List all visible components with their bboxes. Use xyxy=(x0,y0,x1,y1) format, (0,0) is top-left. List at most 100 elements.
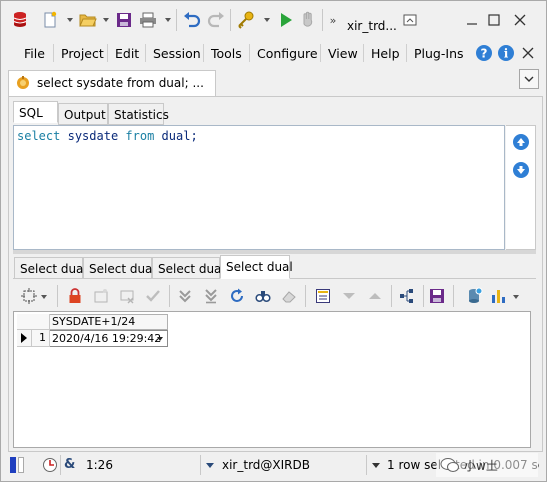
result-grid[interactable]: SYSDATE+1/24 1 2020/4/16 19:29:42 xyxy=(13,311,531,448)
tab-statistics[interactable]: Statistics xyxy=(108,103,169,125)
result-tab[interactable]: Select dual xyxy=(152,257,225,279)
chevron-down-icon[interactable] xyxy=(264,18,270,22)
editor-side-panel xyxy=(506,125,536,250)
minimize-icon[interactable] xyxy=(462,10,482,30)
editor-document-tab[interactable]: select sysdate from dual; ... xyxy=(8,70,216,96)
fetch-next-icon[interactable] xyxy=(175,286,195,306)
eraser-icon[interactable] xyxy=(279,286,299,306)
chevron-down-icon[interactable] xyxy=(67,18,73,22)
chevron-down-icon[interactable] xyxy=(513,295,519,299)
refresh-icon[interactable] xyxy=(227,286,247,306)
svg-text:?: ? xyxy=(481,47,488,61)
save-icon[interactable] xyxy=(427,286,447,306)
tab-list-button[interactable] xyxy=(519,69,539,89)
database-icon[interactable] xyxy=(10,10,30,30)
chevron-double-right-icon[interactable]: » xyxy=(326,10,340,30)
menu-edit[interactable]: Edit xyxy=(115,46,139,61)
tab-output[interactable]: Output xyxy=(58,103,108,125)
svg-text:i: i xyxy=(504,47,509,61)
arrow-down-icon[interactable] xyxy=(513,162,529,178)
sql-window-icon xyxy=(15,75,31,94)
menu-separator xyxy=(203,44,204,62)
toolbar-separator xyxy=(169,285,170,307)
maximize-icon[interactable] xyxy=(484,10,504,30)
menu-configure[interactable]: Configure xyxy=(257,46,318,61)
chevron-down-icon[interactable] xyxy=(206,463,214,468)
triangle-up-icon[interactable] xyxy=(365,286,385,306)
redo-icon[interactable] xyxy=(206,10,226,30)
sql-identifier: sysdate xyxy=(67,129,119,143)
connection-label[interactable]: xir_trd@XIRDB xyxy=(222,458,310,472)
menu-separator xyxy=(107,44,108,62)
menu-tools[interactable]: Tools xyxy=(211,46,242,61)
lock-icon[interactable] xyxy=(65,286,85,306)
new-file-icon[interactable] xyxy=(40,10,60,30)
status-separator xyxy=(200,455,201,475)
chevron-down-icon[interactable] xyxy=(157,337,163,341)
chevron-down-icon[interactable] xyxy=(372,463,380,468)
window-title: xir_trd... xyxy=(347,19,397,33)
chevron-down-icon[interactable] xyxy=(165,18,171,22)
open-folder-icon[interactable] xyxy=(78,10,98,30)
splitter[interactable] xyxy=(13,250,536,254)
close-icon[interactable] xyxy=(518,43,538,63)
grid-cell[interactable]: 2020/4/16 19:29:42 xyxy=(50,330,168,347)
menu-session[interactable]: Session xyxy=(153,46,201,61)
row-indicator[interactable] xyxy=(17,330,32,347)
print-icon[interactable] xyxy=(138,10,158,30)
form-view-icon[interactable] xyxy=(313,286,333,306)
menu-separator xyxy=(363,44,364,62)
toolbar-separator xyxy=(230,9,231,31)
watermark-text: 小w土 xyxy=(464,458,498,473)
save-icon[interactable] xyxy=(114,10,134,30)
menu-project[interactable]: Project xyxy=(61,46,104,61)
sql-keyword: select xyxy=(17,129,61,143)
grid-corner-cell[interactable] xyxy=(17,314,50,330)
result-tab[interactable]: Select dual xyxy=(14,257,87,279)
status-separator xyxy=(366,455,367,475)
tab-sql[interactable]: SQL xyxy=(13,101,58,123)
undo-icon[interactable] xyxy=(182,10,202,30)
chevron-down-icon[interactable] xyxy=(41,295,47,299)
execute-icon[interactable] xyxy=(276,10,296,30)
sql-text: select sysdate from dual; xyxy=(17,129,198,143)
status-indicator-icon xyxy=(10,457,24,473)
menu-separator xyxy=(249,44,250,62)
menu-separator xyxy=(320,44,321,62)
result-tab-active[interactable]: Select dual xyxy=(220,255,293,279)
menu-help[interactable]: Help xyxy=(371,46,400,61)
menu-plug-ins[interactable]: Plug-Ins xyxy=(414,46,464,61)
break-icon[interactable] xyxy=(298,10,318,30)
insert-record-icon[interactable] xyxy=(91,286,111,306)
grid-select-icon[interactable] xyxy=(19,286,39,306)
close-icon[interactable] xyxy=(510,10,530,30)
result-tab[interactable]: Select dual xyxy=(83,257,156,279)
database-link-icon[interactable] xyxy=(465,286,485,306)
window-restore-icon[interactable] xyxy=(400,10,420,30)
delete-record-icon[interactable] xyxy=(117,286,137,306)
export-tree-icon[interactable] xyxy=(397,286,417,306)
menu-separator xyxy=(406,44,407,62)
triangle-down-icon[interactable] xyxy=(339,286,359,306)
arrow-up-icon[interactable] xyxy=(513,134,529,150)
wechat-icon xyxy=(440,458,459,472)
toolbar-separator xyxy=(176,9,177,31)
menu-view[interactable]: View xyxy=(328,46,358,61)
fetch-last-icon[interactable] xyxy=(201,286,221,306)
post-changes-icon[interactable] xyxy=(143,286,163,306)
menu-file[interactable]: File xyxy=(24,46,45,61)
key-icon[interactable] xyxy=(236,10,256,30)
toolbar-separator xyxy=(305,285,306,307)
toolbar-separator xyxy=(322,9,323,31)
chart-icon[interactable] xyxy=(489,286,509,306)
row-number: 1 xyxy=(32,330,50,347)
menu-bar: File Project Edit Session Tools Configur… xyxy=(4,40,543,66)
main-toolbar: » xir_trd... xyxy=(4,4,543,36)
help-icon[interactable]: ? xyxy=(474,43,494,63)
chevron-down-icon[interactable] xyxy=(103,18,109,22)
info-icon[interactable]: i xyxy=(496,43,516,63)
sql-editor[interactable]: select sysdate from dual; xyxy=(13,125,505,250)
sql-keyword: from xyxy=(125,129,155,143)
find-icon[interactable] xyxy=(253,286,273,306)
column-header[interactable]: SYSDATE+1/24 xyxy=(50,314,168,330)
